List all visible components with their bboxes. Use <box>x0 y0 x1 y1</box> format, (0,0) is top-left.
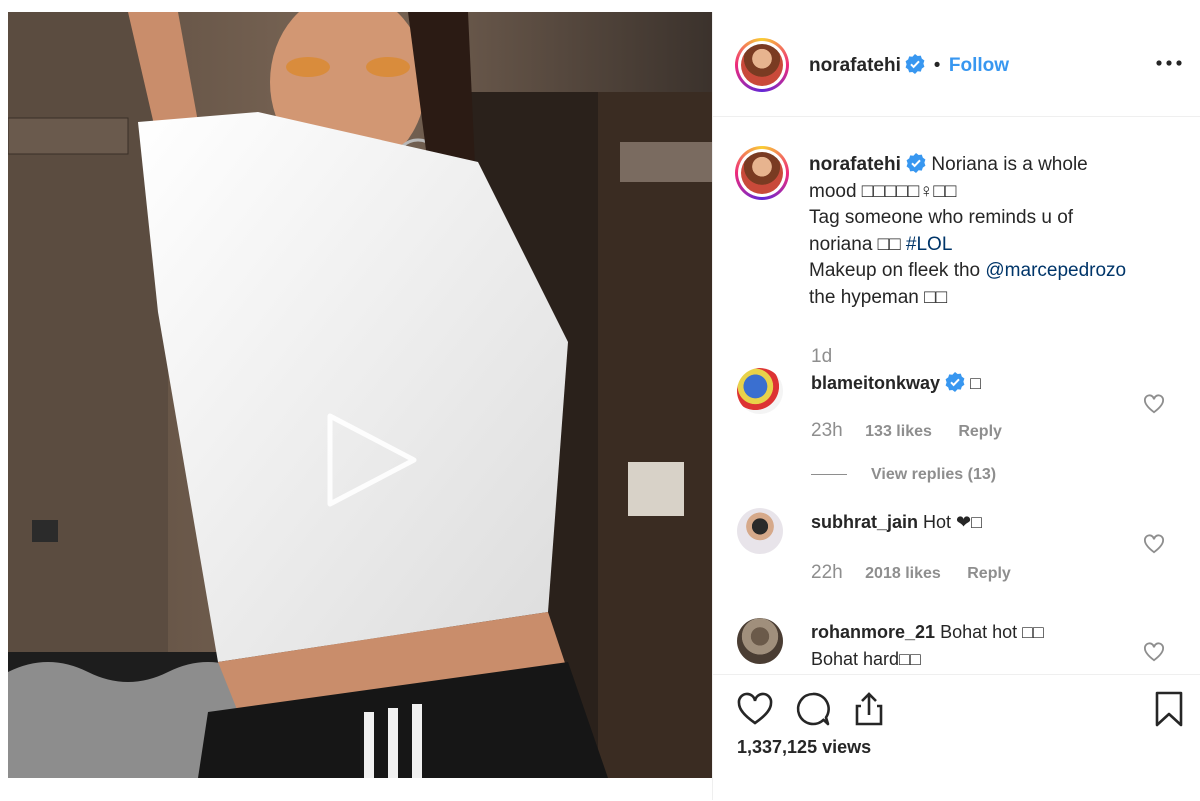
commenter-avatar[interactable] <box>737 618 783 664</box>
commenter-username[interactable]: rohanmore_21 <box>811 622 935 642</box>
post-timestamp[interactable]: 1d <box>811 346 832 368</box>
reply-button[interactable]: Reply <box>967 565 1011 582</box>
more-options-icon[interactable] <box>1154 58 1184 68</box>
separator-dot: • <box>933 55 941 76</box>
play-icon[interactable] <box>326 412 418 508</box>
header-user-row: norafatehi • Follow <box>809 54 1009 77</box>
commenter-username[interactable]: subhrat_jain <box>811 512 918 532</box>
post-details-panel: norafatehi • Follow norafatehi Noriana i… <box>712 12 1200 801</box>
comment-text: □ <box>970 373 981 393</box>
comment-like-icon[interactable] <box>1143 534 1165 554</box>
bookmark-icon[interactable] <box>1149 689 1189 729</box>
comment-likes[interactable]: 133 likes <box>865 423 932 440</box>
view-count[interactable]: 1,337,125 views <box>737 737 871 758</box>
caption-line: the hypeman □□ <box>809 286 948 308</box>
comment-text: Hot ❤□ <box>923 512 983 532</box>
commenter-username[interactable]: blameitonkway <box>811 373 940 393</box>
caption-line: Noriana is a whole <box>931 154 1088 175</box>
reply-button[interactable]: Reply <box>958 423 1002 440</box>
author-username[interactable]: norafatehi <box>809 55 901 76</box>
comment-text: Bohat hot □□ <box>940 622 1044 642</box>
comment-age[interactable]: 22h <box>811 562 843 583</box>
comment: rohanmore_21 Bohat hot □□ Bohat hard□□ <box>713 616 1200 674</box>
caption-line: Tag someone who reminds u of <box>809 207 1074 228</box>
commenter-avatar[interactable] <box>737 368 783 414</box>
caption-author-avatar[interactable] <box>735 146 789 200</box>
comment-text-continued: Bohat hard□□ <box>811 649 921 669</box>
author-avatar[interactable] <box>735 38 789 92</box>
comment-age[interactable]: 23h <box>811 420 843 441</box>
instagram-post-view: norafatehi • Follow norafatehi Noriana i… <box>0 0 1200 801</box>
comment-like-icon[interactable] <box>1143 394 1165 414</box>
caption-line: noriana □□ <box>809 233 906 255</box>
verified-badge-icon <box>945 372 965 392</box>
video-frame <box>8 12 712 778</box>
post-caption: norafatehi Noriana is a whole mood □□□□□… <box>809 152 1179 311</box>
comment-like-icon[interactable] <box>1143 642 1165 662</box>
verified-badge-icon <box>906 153 926 173</box>
comment: blameitonkway □ 23h 133 likes Reply View… <box>713 368 1200 488</box>
video-player[interactable] <box>8 12 712 778</box>
view-replies-label: View replies (13) <box>871 466 997 483</box>
view-replies-button[interactable]: View replies (13) <box>811 466 996 484</box>
divider-line <box>811 474 847 476</box>
caption-line: Makeup on fleek tho <box>809 260 986 281</box>
post-header: norafatehi • Follow <box>713 12 1200 117</box>
commenter-avatar[interactable] <box>737 508 783 554</box>
mention-link[interactable]: @marcepedrozo <box>985 260 1126 281</box>
follow-button[interactable]: Follow <box>949 55 1009 76</box>
caption-line: mood □□□□□♀□□ <box>809 180 957 202</box>
comment-likes[interactable]: 2018 likes <box>865 565 941 582</box>
verified-badge-icon <box>905 54 925 74</box>
comment: subhrat_jain Hot ❤□ 22h 2018 likes Reply <box>713 508 1200 588</box>
caption-username[interactable]: norafatehi <box>809 154 901 175</box>
share-icon[interactable] <box>849 689 889 729</box>
heart-icon[interactable] <box>735 689 775 729</box>
post-actions-bar: 1,337,125 views <box>713 674 1200 801</box>
comment-icon[interactable] <box>793 689 833 729</box>
hashtag-link[interactable]: #LOL <box>906 234 952 255</box>
